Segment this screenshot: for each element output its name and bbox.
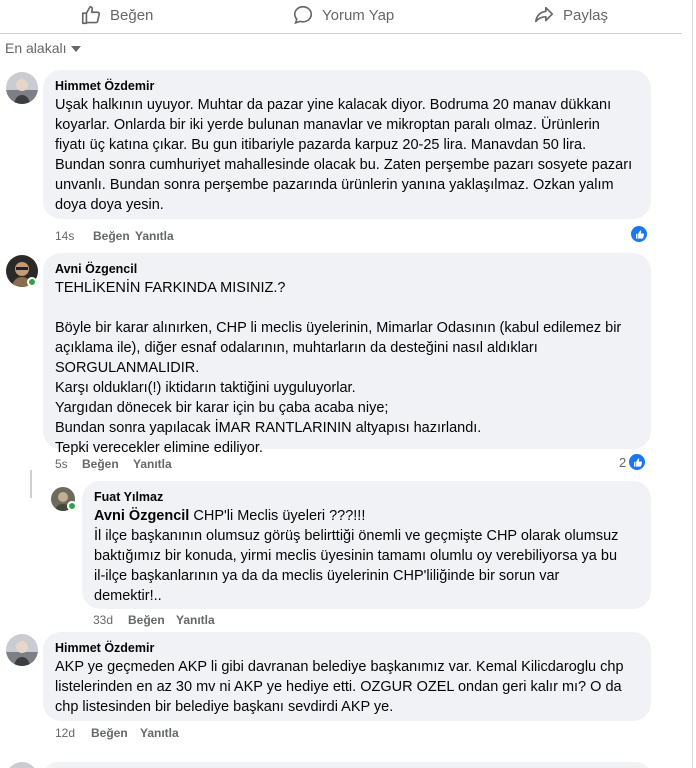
profile-photo-icon: [6, 72, 38, 104]
online-status-icon: [27, 277, 37, 287]
share-label: Paylaş: [563, 6, 609, 24]
comment-author[interactable]: Avni Özgencil: [55, 261, 639, 277]
comment-like-button[interactable]: Beğen: [128, 613, 176, 627]
comment-meta: 33d Beğen Yanıtla: [93, 613, 215, 627]
thumbs-up-icon: [81, 5, 101, 25]
reply-thread-line: [30, 470, 32, 498]
comment-reply-button[interactable]: Yanıtla: [140, 726, 179, 740]
comment-text: İl ilçe başkanının olumsuz görüş belirtt…: [94, 528, 619, 604]
comment-like-button[interactable]: Beğen: [93, 229, 135, 243]
comment-text: TEHLİKENİN FARKINDA MISINIZ.? Böyle bir …: [55, 280, 622, 456]
comment-time[interactable]: 5s: [55, 457, 82, 471]
comment-text-first-line: Avni Özgencil CHP'li Meclis üyeleri ???!…: [94, 506, 639, 526]
comment-text: AKP ye geçmeden AKP li gibi davranan bel…: [55, 659, 624, 715]
comment-bubble: Avni Özgencil TEHLİKENİN FARKINDA MISINI…: [43, 253, 651, 456]
like-post-button[interactable]: Beğen: [80, 0, 153, 30]
like-reaction-icon: [628, 453, 647, 471]
share-arrow-icon: [534, 6, 554, 23]
comment-time[interactable]: 14s: [55, 229, 93, 243]
comment-text: Uşak halkının uyuyor. Muhtar da pazar yi…: [55, 97, 633, 213]
comment-meta: 12d Beğen Yanıtla: [55, 726, 179, 740]
comment-time[interactable]: 12d: [55, 726, 91, 740]
reaction-summary[interactable]: [630, 225, 648, 243]
avatar[interactable]: [6, 762, 38, 768]
reaction-count: 2: [619, 454, 627, 470]
comment-time[interactable]: 33d: [93, 613, 128, 627]
like-reaction-icon: [630, 225, 648, 243]
comment-author[interactable]: Fuat Yılmaz: [94, 489, 639, 505]
share-button[interactable]: Paylaş: [533, 0, 608, 30]
profile-photo-icon: [6, 634, 38, 666]
comment-like-button[interactable]: Beğen: [82, 457, 133, 471]
sort-dropdown[interactable]: En alakalı: [5, 40, 82, 56]
comment-meta: 14s Beğen Yanıtla: [55, 229, 174, 243]
comment-text-first: CHP'li Meclis üyeleri ???!!!: [189, 508, 366, 524]
comment-like-button[interactable]: Beğen: [91, 726, 140, 740]
comment-bubble: [43, 762, 651, 768]
caret-down-icon: [71, 46, 82, 52]
post-action-bar: Beğen Yorum Yap Paylaş: [0, 0, 682, 34]
comment-bubble-icon: [293, 5, 313, 25]
sort-label: En alakalı: [5, 40, 67, 56]
comment-author[interactable]: Himmet Özdemir: [55, 640, 639, 656]
comment-bubble: Himmet Özdemir AKP ye geçmeden AKP li gi…: [43, 632, 651, 721]
comment-label: Yorum Yap: [322, 6, 395, 24]
like-post-label: Beğen: [110, 6, 154, 24]
comment-reply-button[interactable]: Yanıtla: [135, 229, 174, 243]
avatar[interactable]: [6, 72, 38, 104]
comment-reply-button[interactable]: Yanıtla: [133, 457, 172, 471]
comment-author[interactable]: Himmet Özdemir: [55, 78, 639, 94]
comment-button[interactable]: Yorum Yap: [292, 0, 394, 30]
comment-bubble: Fuat Yılmaz Avni Özgencil CHP'li Meclis …: [82, 481, 651, 609]
mention-link[interactable]: Avni Özgencil: [94, 508, 189, 524]
online-status-icon: [67, 501, 77, 511]
reaction-summary[interactable]: 2: [619, 453, 647, 471]
avatar[interactable]: [6, 634, 38, 666]
profile-photo-icon: [6, 762, 38, 768]
comment-reply-button[interactable]: Yanıtla: [176, 613, 215, 627]
scroll-divider: [692, 0, 693, 768]
comment-bubble: Himmet Özdemir Uşak halkının uyuyor. Muh…: [43, 70, 651, 219]
comment-meta: 5s Beğen Yanıtla: [55, 457, 172, 471]
